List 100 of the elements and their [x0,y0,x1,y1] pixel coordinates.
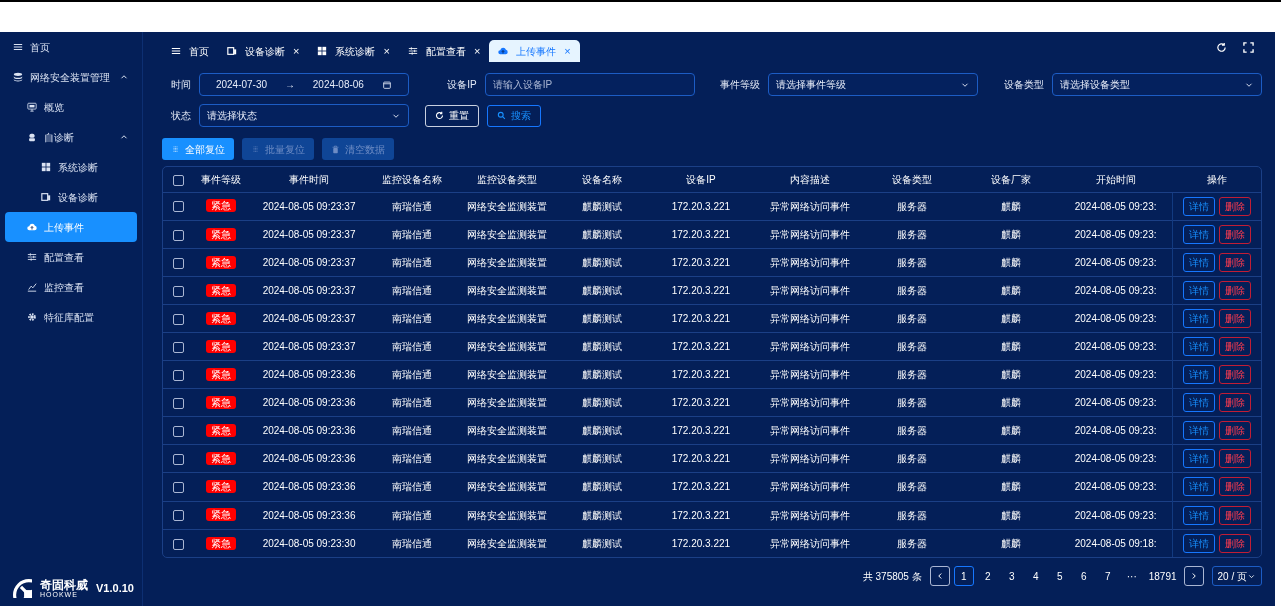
table-cell: 麒麟测试 [559,360,645,389]
detail-button[interactable]: 详情 [1182,393,1215,413]
row-checkbox[interactable] [172,285,184,297]
delete-button[interactable]: 删除 [1218,533,1251,553]
tab[interactable]: 上传事件 × [489,40,580,62]
sidebar-item[interactable]: 设备诊断 [5,182,137,212]
detail-button[interactable]: 详情 [1182,224,1215,244]
sidebar-item[interactable]: 概览 [5,92,137,122]
sidebar-item[interactable]: 上传事件 [5,212,137,242]
detail-button[interactable]: 详情 [1182,449,1215,469]
prev-page-button[interactable] [929,566,950,587]
detail-button[interactable]: 详情 [1182,505,1215,525]
row-checkbox[interactable] [172,257,184,269]
page-button[interactable]: 7 [1097,566,1118,587]
sidebar-item[interactable]: 网络安全装置管理 [5,62,137,92]
detail-button[interactable]: 详情 [1182,252,1215,272]
tab[interactable]: 配置查看 × [398,40,490,62]
sidebar-item[interactable]: 配置查看 [5,242,137,272]
delete-button[interactable]: 删除 [1218,505,1251,525]
detail-button[interactable]: 详情 [1182,280,1215,300]
row-checkbox[interactable] [172,538,184,550]
sidebar-item[interactable]: 首页 [5,32,137,62]
robot-icon [27,132,37,142]
page-button[interactable]: ··· [1121,566,1142,587]
tab[interactable]: 系统诊断 × [308,40,399,62]
row-checkbox[interactable] [172,454,184,466]
table-cell: 2024-08-05 09:23: [1059,472,1173,502]
row-checkbox[interactable] [172,229,184,241]
level-tag: 紧急 [206,255,237,269]
date-range-field[interactable]: 2024-07-30 → 2024-08-06 [198,73,409,96]
delete-button[interactable]: 删除 [1218,365,1251,385]
close-icon[interactable]: × [293,42,300,60]
table-cell: 172.20.3.221 [644,220,758,249]
sidebar-item[interactable]: 自诊断 [5,122,137,152]
column-header: 设备类型 [862,167,963,192]
table-cell: 异常网络访问事件 [757,332,863,361]
filter-label: 设备IP [446,78,477,92]
tab[interactable]: 设备诊断 × [218,40,309,62]
close-icon[interactable]: × [383,42,390,60]
delete-button[interactable]: 删除 [1218,252,1251,272]
table-cell: 麒麟测试 [559,416,645,445]
delete-button[interactable]: 删除 [1218,449,1251,469]
delete-button[interactable]: 删除 [1218,393,1251,413]
search-button[interactable]: 搜索 [487,104,541,127]
close-icon[interactable]: × [473,42,481,60]
sliders-icon [407,46,418,56]
level-tag: 紧急 [206,339,237,353]
page-button[interactable]: 4 [1025,566,1046,587]
delete-button[interactable]: 删除 [1218,280,1251,300]
table-cell: 麒麟测试 [559,192,645,221]
detail-button[interactable]: 详情 [1182,365,1215,385]
sidebar-item[interactable]: 特征库配置 [5,302,137,332]
table-cell: 服务器 [862,529,963,558]
select-all-checkbox[interactable] [172,174,184,186]
table-cell: 2024-08-05 09:23: [1059,360,1173,389]
page-button[interactable]: 5 [1049,566,1070,587]
detail-button[interactable]: 详情 [1182,477,1215,497]
next-page-button[interactable] [1183,566,1204,587]
action-button[interactable]: 全部复位 [162,138,234,160]
row-checkbox[interactable] [172,313,184,325]
table-cell: 南瑞信通 [368,220,456,249]
line-chart-icon [27,282,37,292]
logo-icon [13,579,32,598]
table-cell: 172.20.3.221 [644,304,758,333]
row-checkbox[interactable] [172,369,184,381]
close-icon[interactable]: × [564,42,571,60]
detail-button[interactable]: 详情 [1182,337,1215,356]
column-header: 操作 [1172,167,1261,192]
detail-button[interactable]: 详情 [1182,196,1215,216]
reset-button[interactable]: 重置 [425,104,479,127]
row-checkbox[interactable] [172,510,184,522]
page-button[interactable]: 18791 [1145,566,1180,587]
table-cell: 2024-08-05 09:23: [1059,416,1173,445]
delete-button[interactable]: 删除 [1218,224,1251,244]
detail-button[interactable]: 详情 [1182,421,1215,441]
select-field[interactable]: 请选择事件等级 [768,73,979,96]
page-button[interactable]: 6 [1073,566,1094,587]
select-field[interactable]: 请选择设备类型 [1052,73,1262,96]
select-field[interactable]: 请选择状态 [199,104,409,127]
page-button[interactable]: 3 [1001,566,1022,587]
delete-button[interactable]: 删除 [1218,421,1251,441]
page-button[interactable]: 2 [977,566,998,587]
delete-button[interactable]: 删除 [1218,308,1251,328]
row-checkbox[interactable] [172,426,184,438]
row-checkbox[interactable] [172,341,184,353]
row-checkbox[interactable] [172,482,184,494]
tab[interactable]: 首页 [162,40,218,62]
ip-input-field[interactable]: 请输入设备IP [484,73,695,96]
detail-button[interactable]: 详情 [1182,533,1215,553]
page-size-select[interactable]: 20 / 页 [1211,566,1262,587]
row-checkbox[interactable] [172,201,184,213]
level-tag: 紧急 [206,452,237,466]
row-checkbox[interactable] [172,398,184,410]
sidebar-item[interactable]: 监控查看 [5,272,137,302]
sidebar-item[interactable]: 系统诊断 [5,152,137,182]
delete-button[interactable]: 删除 [1218,196,1251,216]
delete-button[interactable]: 删除 [1218,337,1251,356]
page-button[interactable]: 1 [953,566,974,587]
detail-button[interactable]: 详情 [1182,308,1215,328]
delete-button[interactable]: 删除 [1218,477,1251,497]
